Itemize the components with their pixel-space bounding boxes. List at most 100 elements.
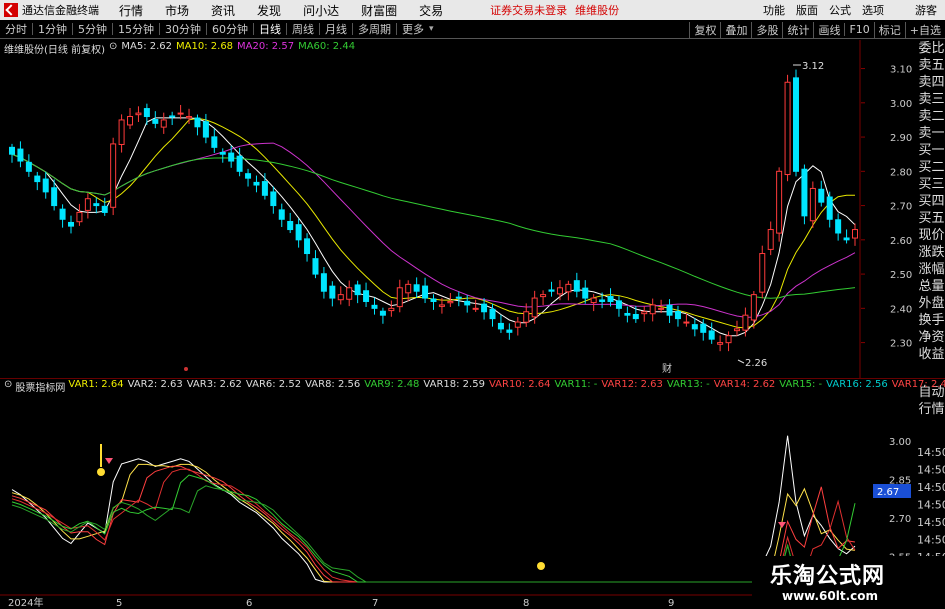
menu-item-market[interactable]: 市场 (165, 2, 189, 19)
candle[interactable] (582, 287, 589, 299)
candle[interactable] (801, 168, 808, 217)
candle[interactable] (573, 280, 580, 292)
candle[interactable] (447, 300, 454, 304)
signal-marker-icon[interactable] (537, 562, 545, 570)
candlestick-chart[interactable]: 3.10 3.00 2.90 2.80 2.70 2.60 2.50 2.40 2.30 3.1… (0, 40, 918, 378)
tool-watchlist[interactable]: +自选 (904, 21, 945, 38)
tab-buy2[interactable]: 买二 (918, 159, 945, 176)
tab-sell2[interactable]: 卖二 (918, 108, 945, 125)
signal-marker-icon[interactable] (97, 468, 105, 476)
candle[interactable] (767, 229, 774, 250)
candle[interactable] (304, 238, 311, 255)
tab-netasset[interactable]: 净资 (918, 329, 945, 346)
tool-mark[interactable]: 标记 (873, 21, 905, 38)
menu-formula[interactable]: 公式 (829, 2, 851, 18)
tab-buy1[interactable]: 买一 (918, 142, 945, 159)
tab-pct[interactable]: 涨幅 (918, 261, 945, 278)
tab-sell4[interactable]: 卖四 (918, 74, 945, 91)
candle[interactable] (481, 303, 488, 313)
menu-item-quotes[interactable]: 行情 (119, 2, 143, 19)
candle[interactable] (826, 196, 833, 220)
candle[interactable] (615, 300, 622, 309)
candle[interactable] (245, 173, 252, 179)
candle[interactable] (430, 298, 437, 302)
guest-label[interactable]: 游客 (915, 2, 937, 18)
candle[interactable] (405, 283, 412, 294)
candle[interactable] (472, 307, 479, 310)
candle[interactable] (556, 287, 563, 295)
candle[interactable] (295, 224, 302, 241)
candle[interactable] (742, 314, 749, 331)
menu-item-news[interactable]: 资讯 (211, 2, 235, 19)
candle[interactable] (464, 300, 471, 306)
tab-sell5[interactable]: 卖五 (918, 57, 945, 74)
candle[interactable] (17, 148, 24, 162)
candle[interactable] (34, 175, 41, 183)
tab-weibi[interactable]: 委比 (918, 40, 945, 57)
candle[interactable] (776, 170, 783, 234)
tool-overlay[interactable]: 叠加 (720, 21, 751, 38)
tool-multi[interactable]: 多股 (751, 21, 782, 38)
candle[interactable] (76, 211, 83, 223)
candle[interactable] (835, 219, 842, 234)
candle[interactable] (852, 229, 858, 239)
tool-stats[interactable]: 统计 (782, 21, 813, 38)
candle[interactable] (228, 152, 235, 162)
candle[interactable] (843, 237, 850, 241)
candle[interactable] (135, 112, 142, 116)
menu-function[interactable]: 功能 (763, 2, 785, 18)
candle[interactable] (186, 116, 193, 119)
candle[interactable] (270, 191, 277, 207)
candle[interactable] (438, 304, 445, 307)
tool-f10[interactable]: F10 (844, 23, 873, 36)
candle[interactable] (523, 311, 530, 323)
candle[interactable] (194, 117, 201, 128)
menu-layout[interactable]: 版面 (796, 2, 818, 18)
candle[interactable] (84, 198, 91, 211)
tab-sell3[interactable]: 卖三 (918, 91, 945, 108)
candle[interactable] (624, 312, 631, 316)
alert-icon[interactable] (778, 522, 786, 528)
candle[interactable] (363, 290, 370, 302)
period-30min[interactable]: 30分钟 (160, 21, 206, 37)
candle[interactable] (127, 116, 134, 126)
tab-outer[interactable]: 外盘 (918, 295, 945, 312)
stock-link[interactable]: 维维股份 (575, 2, 619, 18)
candle[interactable] (177, 112, 184, 115)
settings-icon[interactable]: ⊙ (4, 379, 12, 392)
candle[interactable] (261, 181, 268, 196)
candle[interactable] (700, 323, 707, 333)
tab-change[interactable]: 涨跌 (918, 244, 945, 261)
candle[interactable] (219, 151, 226, 155)
candle[interactable] (674, 311, 681, 320)
candle[interactable] (152, 119, 159, 124)
candle[interactable] (750, 294, 757, 321)
alert-icon[interactable] (105, 458, 113, 464)
candle[interactable] (101, 205, 108, 213)
period-daily[interactable]: 日线 (254, 21, 286, 37)
candle[interactable] (379, 310, 386, 316)
period-monthly[interactable]: 月线 (320, 21, 352, 37)
tab-turnover[interactable]: 换手 (918, 312, 945, 329)
period-15min[interactable]: 15分钟 (113, 21, 159, 37)
candle[interactable] (683, 321, 690, 324)
candle[interactable] (607, 296, 614, 302)
candle[interactable] (413, 284, 420, 292)
candle[interactable] (25, 161, 32, 172)
candle[interactable] (110, 143, 117, 208)
candle[interactable] (455, 296, 462, 299)
candle[interactable] (818, 188, 825, 203)
menu-item-ask[interactable]: 问小达 (303, 2, 339, 19)
menu-item-discover[interactable]: 发现 (257, 2, 281, 19)
candle[interactable] (514, 321, 521, 328)
candle[interactable] (59, 208, 66, 220)
event-marker-icon[interactable] (184, 367, 188, 371)
chevron-down-icon[interactable]: ▾ (429, 24, 434, 34)
candle[interactable] (312, 258, 319, 275)
menu-item-trade[interactable]: 交易 (419, 2, 443, 19)
candle[interactable] (388, 307, 395, 312)
tab-sell1[interactable]: 卖一 (918, 125, 945, 142)
candle[interactable] (540, 294, 547, 298)
candle[interactable] (784, 81, 791, 176)
candle[interactable] (531, 297, 538, 318)
